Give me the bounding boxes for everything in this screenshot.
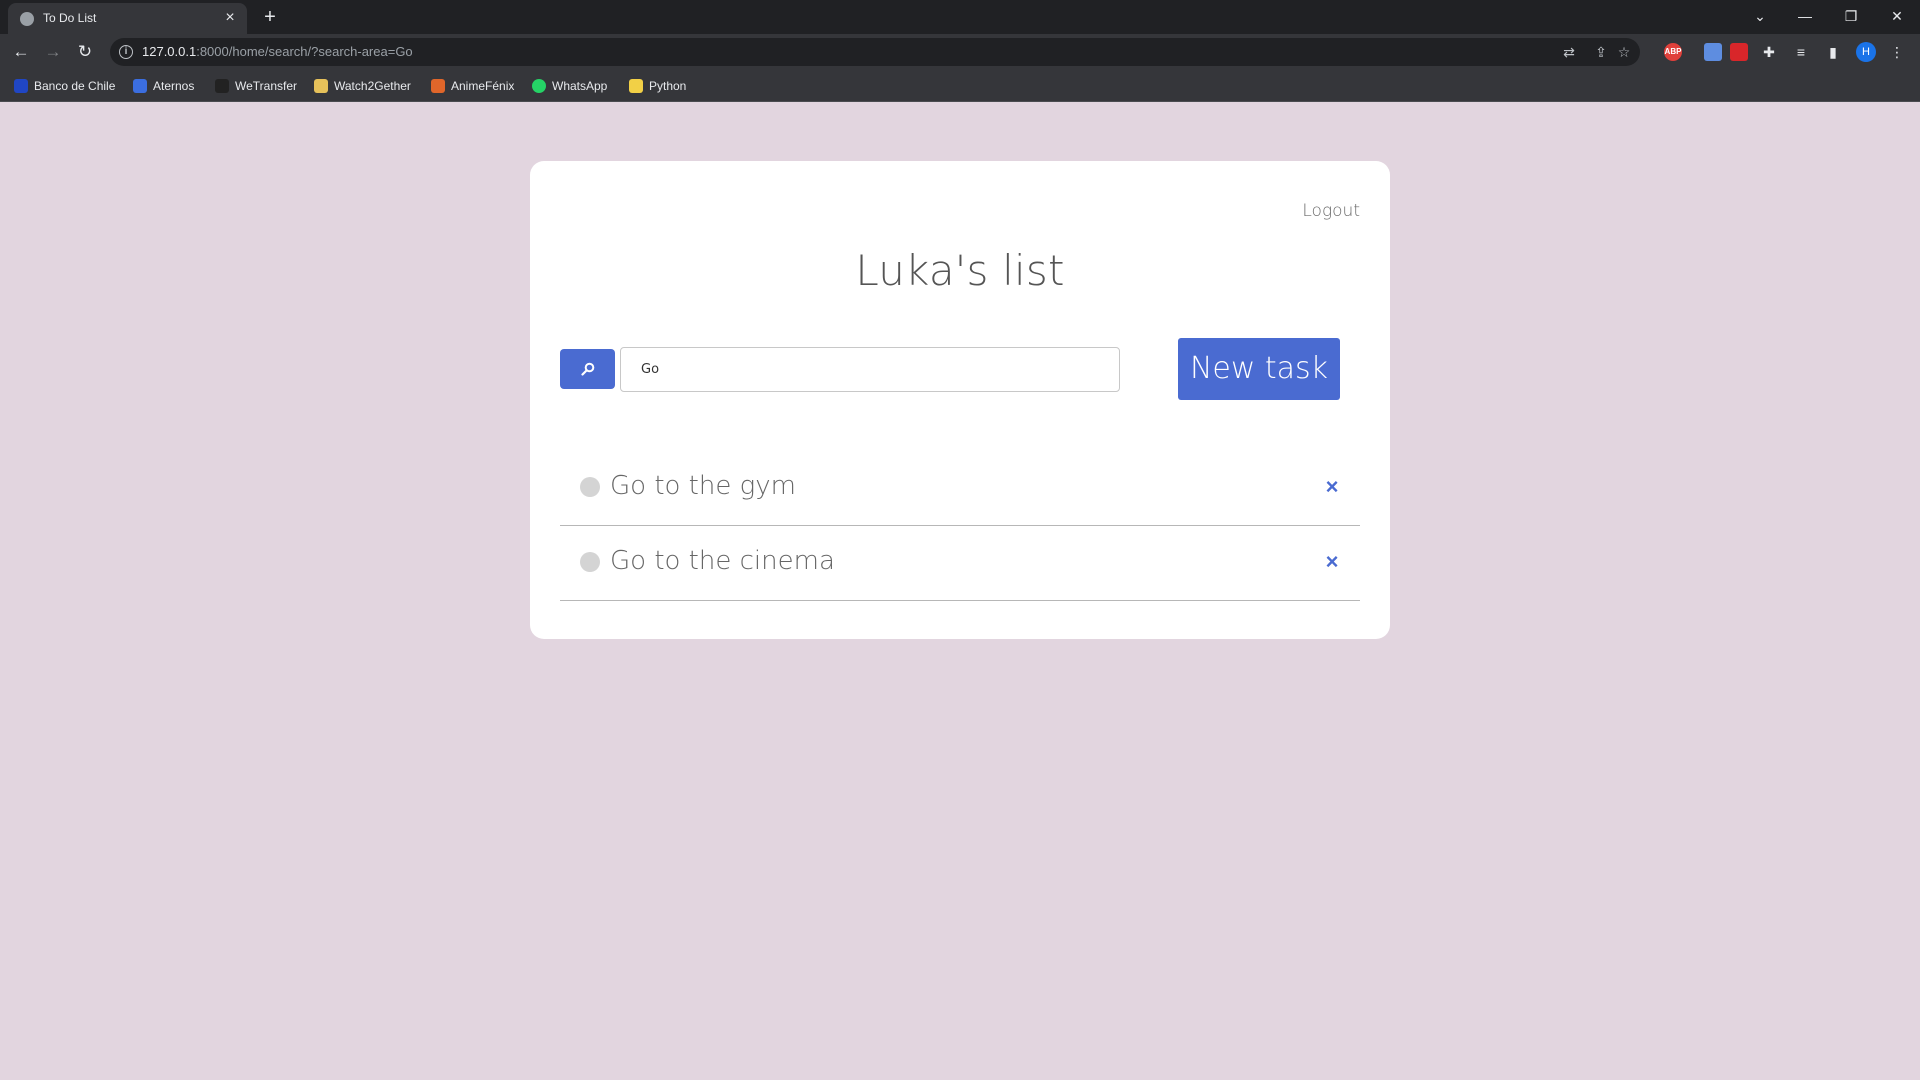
back-icon[interactable]: ← xyxy=(9,40,33,64)
page-title: Luka's list xyxy=(855,246,1065,295)
adblock-icon[interactable]: ABP xyxy=(1664,43,1682,61)
minimize-icon[interactable]: — xyxy=(1790,4,1820,28)
browser-tab[interactable]: To Do List × xyxy=(8,3,247,34)
search-input[interactable] xyxy=(620,347,1120,392)
reload-icon[interactable]: ↻ xyxy=(73,40,97,64)
task-title[interactable]: Go to the cinema xyxy=(610,546,835,576)
site-info-icon[interactable]: i xyxy=(119,45,133,59)
task-item: Go to the cinema × xyxy=(560,526,1360,601)
folder-icon xyxy=(629,79,643,93)
bank-icon xyxy=(14,79,28,93)
new-task-button[interactable]: New task xyxy=(1178,338,1340,400)
task-item: Go to the gym × xyxy=(560,451,1360,526)
new-tab-icon[interactable]: + xyxy=(258,5,282,29)
logout-link[interactable]: Logout xyxy=(1302,201,1360,221)
task-status-circle-icon[interactable] xyxy=(580,477,600,497)
task-status-circle-icon[interactable] xyxy=(580,552,600,572)
bookmarks-bar: Banco de Chile Aternos WeTransfer Watch2… xyxy=(0,70,1920,102)
share-icon[interactable]: ⇪ xyxy=(1592,43,1610,61)
aternos-icon xyxy=(133,79,147,93)
search-button[interactable] xyxy=(560,349,615,389)
whatsapp-icon xyxy=(532,79,546,93)
search-icon xyxy=(580,362,594,376)
reading-list-icon[interactable]: ≡ xyxy=(1792,43,1810,61)
extension-icon[interactable] xyxy=(1704,43,1722,61)
close-window-icon[interactable]: ✕ xyxy=(1882,4,1912,28)
forward-icon[interactable]: → xyxy=(41,40,65,64)
profile-avatar[interactable]: H xyxy=(1856,42,1876,62)
task-title[interactable]: Go to the gym xyxy=(610,471,796,501)
task-list: Go to the gym × Go to the cinema × xyxy=(560,451,1360,601)
extensions-puzzle-icon[interactable]: ✚ xyxy=(1760,43,1778,61)
globe-icon xyxy=(20,12,34,26)
tab-close-icon[interactable]: × xyxy=(221,9,239,27)
bookmark-star-icon[interactable]: ☆ xyxy=(1615,43,1633,61)
todo-card: Logout Luka's list New task Go to the gy… xyxy=(530,161,1390,639)
tab-strip: To Do List × + ⌄ — ❐ ✕ xyxy=(0,0,1920,34)
wetransfer-icon xyxy=(215,79,229,93)
bookmark-item[interactable]: Banco de Chile xyxy=(14,77,115,95)
bookmark-item[interactable]: Python xyxy=(629,77,686,95)
watch2gether-icon xyxy=(314,79,328,93)
bookmark-item[interactable]: AnimeFénix xyxy=(431,77,514,95)
bookmark-item[interactable]: WhatsApp xyxy=(532,77,607,95)
tab-title: To Do List xyxy=(43,11,97,25)
translate-icon[interactable]: ⇄ xyxy=(1560,43,1578,61)
bookmark-item[interactable]: Aternos xyxy=(133,77,194,95)
tab-search-icon[interactable]: ⌄ xyxy=(1745,4,1775,28)
extension-icon[interactable] xyxy=(1730,43,1748,61)
url-text[interactable]: 127.0.0.1:8000/home/search/?search-area=… xyxy=(142,44,413,59)
restore-icon[interactable]: ❐ xyxy=(1836,4,1866,28)
animefenix-icon xyxy=(431,79,445,93)
menu-kebab-icon[interactable]: ⋮ xyxy=(1888,43,1906,61)
side-panel-icon[interactable]: ▮ xyxy=(1824,43,1842,61)
bookmark-item[interactable]: Watch2Gether xyxy=(314,77,411,95)
browser-toolbar: ← → ↻ i 127.0.0.1:8000/home/search/?sear… xyxy=(0,34,1920,70)
delete-task-icon[interactable]: × xyxy=(1320,548,1344,576)
bookmark-item[interactable]: WeTransfer xyxy=(215,77,297,95)
delete-task-icon[interactable]: × xyxy=(1320,473,1344,501)
address-bar[interactable]: i 127.0.0.1:8000/home/search/?search-are… xyxy=(110,38,1640,66)
